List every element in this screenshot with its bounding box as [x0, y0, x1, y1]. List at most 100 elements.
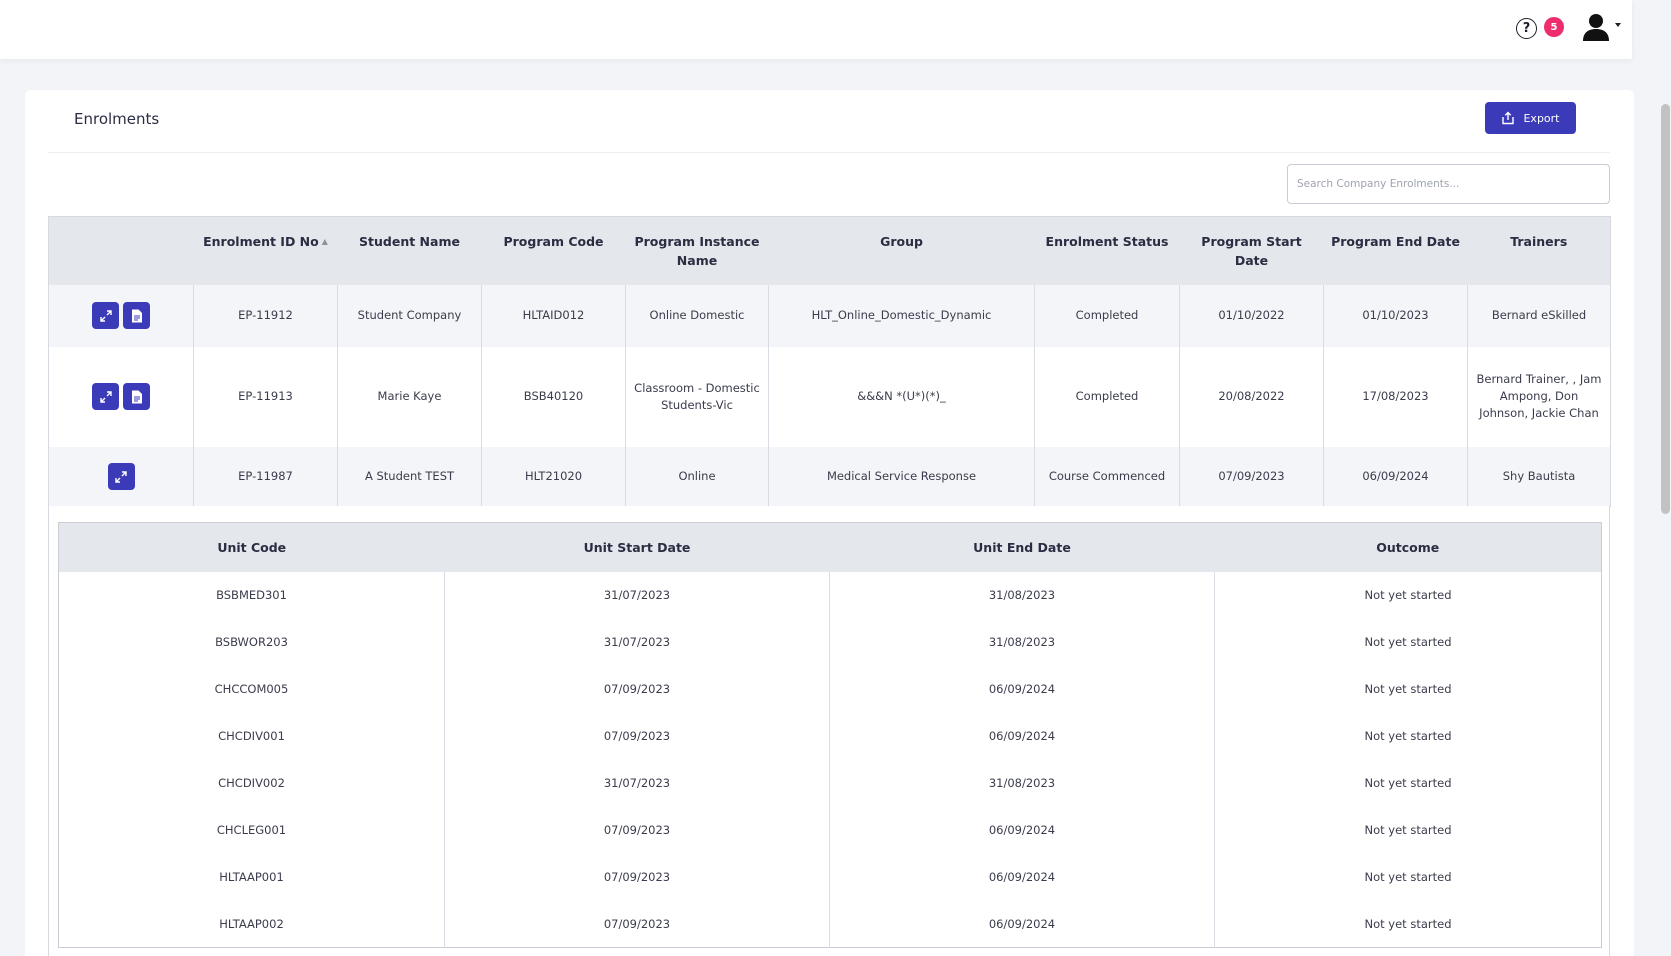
table-row[interactable]: EP-11913 Marie Kaye BSB40120 Classroom -…	[48, 346, 1611, 447]
cell-trainers: Bernard eSkilled	[1467, 284, 1611, 347]
cell-program-code: HLT21020	[481, 446, 626, 507]
cell-program-instance: Online	[625, 446, 769, 507]
search-input[interactable]	[1287, 164, 1610, 204]
cell-end-date: 06/09/2024	[1323, 446, 1468, 507]
column-header-group[interactable]: Group	[768, 216, 1035, 285]
column-header-start-date[interactable]: Program Start Date	[1179, 216, 1324, 285]
cell-unit-code: HLTAAP001	[58, 853, 445, 901]
column-header-program-instance[interactable]: Program Instance Name	[625, 216, 769, 285]
divider	[48, 152, 1610, 153]
cell-trainers: Bernard Trainer, , Jam Ampong, Don Johns…	[1467, 346, 1611, 447]
cell-outcome: Not yet started	[1364, 729, 1452, 743]
unit-row: CHCDIV001 07/09/2023 06/09/2024 Not yet …	[58, 712, 1602, 760]
unit-row: BSBWOR203 31/07/2023 31/08/2023 Not yet …	[58, 618, 1602, 666]
cell-unit-end: 06/09/2024	[829, 665, 1215, 713]
unit-row: CHCCOM005 07/09/2023 06/09/2024 Not yet …	[58, 665, 1602, 713]
expand-icon	[99, 309, 112, 322]
unit-row: BSBMED301 31/07/2023 31/08/2023 Not yet …	[58, 571, 1602, 619]
unit-table: Unit Code Unit Start Date Unit End Date …	[58, 522, 1602, 948]
cell-enrolment-id: EP-11987	[193, 446, 338, 507]
cell-unit-code: CHCLEG001	[58, 806, 445, 854]
cell-unit-start: 31/07/2023	[444, 759, 830, 807]
expand-button[interactable]	[92, 302, 119, 329]
column-header-program-code[interactable]: Program Code	[481, 216, 626, 285]
cell-unit-code: CHCDIV001	[58, 712, 445, 760]
cell-status: Course Commenced	[1034, 446, 1180, 507]
cell-outcome: Not yet started	[1364, 823, 1452, 837]
cell-unit-start: 07/09/2023	[444, 806, 830, 854]
unit-row: HLTAAP002 07/09/2023 06/09/2024 Not yet …	[58, 900, 1602, 948]
cell-outcome: Not yet started	[1364, 635, 1452, 649]
column-header-student-name[interactable]: Student Name	[337, 216, 482, 285]
cell-start-date: 01/10/2022	[1179, 284, 1324, 347]
cell-unit-code: BSBWOR203	[58, 618, 445, 666]
help-circle-icon[interactable]: ?	[1516, 18, 1537, 39]
table-header-row: Enrolment ID No ▲ Student Name Program Co…	[48, 216, 1611, 285]
cell-student-name: A Student TEST	[337, 446, 482, 507]
notification-badge[interactable]: 5	[1544, 17, 1564, 37]
cell-unit-end: 06/09/2024	[829, 806, 1215, 854]
cell-outcome: Not yet started	[1364, 870, 1452, 884]
cell-program-instance: Online Domestic	[625, 284, 769, 347]
export-button[interactable]: Export	[1485, 102, 1576, 134]
cell-unit-start: 07/09/2023	[444, 665, 830, 713]
user-icon[interactable]	[1581, 12, 1611, 42]
column-header-outcome: Outcome	[1214, 522, 1602, 572]
expand-button[interactable]	[107, 463, 135, 490]
document-button[interactable]	[123, 383, 150, 410]
column-header-status[interactable]: Enrolment Status	[1034, 216, 1180, 285]
cell-outcome: Not yet started	[1364, 682, 1452, 696]
cell-outcome: Not yet started	[1364, 776, 1452, 790]
cell-status: Completed	[1034, 346, 1180, 447]
expand-icon	[99, 390, 112, 403]
cell-unit-code: BSBMED301	[58, 571, 445, 619]
document-icon	[131, 309, 142, 322]
table-row[interactable]: EP-11912 Student Company HLTAID012 Onlin…	[48, 284, 1611, 347]
cell-program-code: BSB40120	[481, 346, 626, 447]
cell-group: Medical Service Response	[768, 446, 1035, 507]
cell-end-date: 17/08/2023	[1323, 346, 1468, 447]
unit-row: CHCDIV002 31/07/2023 31/08/2023 Not yet …	[58, 759, 1602, 807]
cell-group: &&&N *(U*)(*)_	[768, 346, 1035, 447]
unit-row: HLTAAP001 07/09/2023 06/09/2024 Not yet …	[58, 853, 1602, 901]
column-header-unit-end: Unit End Date	[829, 522, 1215, 572]
top-bar: ? 5	[0, 0, 1632, 59]
row-actions	[48, 346, 194, 447]
scrollbar-thumb[interactable]	[1661, 104, 1670, 514]
upload-icon	[1502, 111, 1515, 125]
cell-unit-end: 06/09/2024	[829, 853, 1215, 901]
cell-unit-start: 07/09/2023	[444, 853, 830, 901]
cell-unit-end: 31/08/2023	[829, 571, 1215, 619]
cell-enrolment-id: EP-11913	[193, 346, 338, 447]
cell-unit-start: 31/07/2023	[444, 618, 830, 666]
row-actions	[48, 284, 194, 347]
sort-up-icon[interactable]: ▲	[322, 232, 328, 251]
column-header-trainers[interactable]: Trainers	[1467, 216, 1611, 285]
cell-program-instance: Classroom - Domestic Students-Vic	[625, 346, 769, 447]
cell-unit-end: 06/09/2024	[829, 900, 1215, 948]
expand-icon	[115, 470, 127, 483]
cell-group: HLT_Online_Domestic_Dynamic	[768, 284, 1035, 347]
row-actions	[48, 446, 194, 507]
cell-trainers: Shy Bautista	[1467, 446, 1611, 507]
cell-end-date: 01/10/2023	[1323, 284, 1468, 347]
cell-outcome: Not yet started	[1364, 588, 1452, 602]
column-header-enrolment-id[interactable]: Enrolment ID No ▲	[193, 216, 338, 285]
page-title: Enrolments	[74, 110, 160, 128]
expand-button[interactable]	[92, 383, 119, 410]
unit-header-row: Unit Code Unit Start Date Unit End Date …	[58, 522, 1602, 572]
cell-unit-end: 06/09/2024	[829, 712, 1215, 760]
column-header-end-date[interactable]: Program End Date	[1323, 216, 1468, 285]
cell-outcome: Not yet started	[1364, 916, 1452, 931]
column-header-actions	[48, 216, 194, 285]
cell-unit-code: HLTAAP002	[58, 900, 445, 948]
document-icon	[131, 390, 142, 403]
cell-start-date: 20/08/2022	[1179, 346, 1324, 447]
cell-unit-code: CHCDIV002	[58, 759, 445, 807]
document-button[interactable]	[123, 302, 150, 329]
cell-start-date: 07/09/2023	[1179, 446, 1324, 507]
chevron-down-icon[interactable]	[1615, 23, 1621, 27]
cell-program-code: HLTAID012	[481, 284, 626, 347]
column-header-unit-start: Unit Start Date	[444, 522, 830, 572]
table-row[interactable]: EP-11987 A Student TEST HLT21020 Online …	[48, 446, 1611, 507]
